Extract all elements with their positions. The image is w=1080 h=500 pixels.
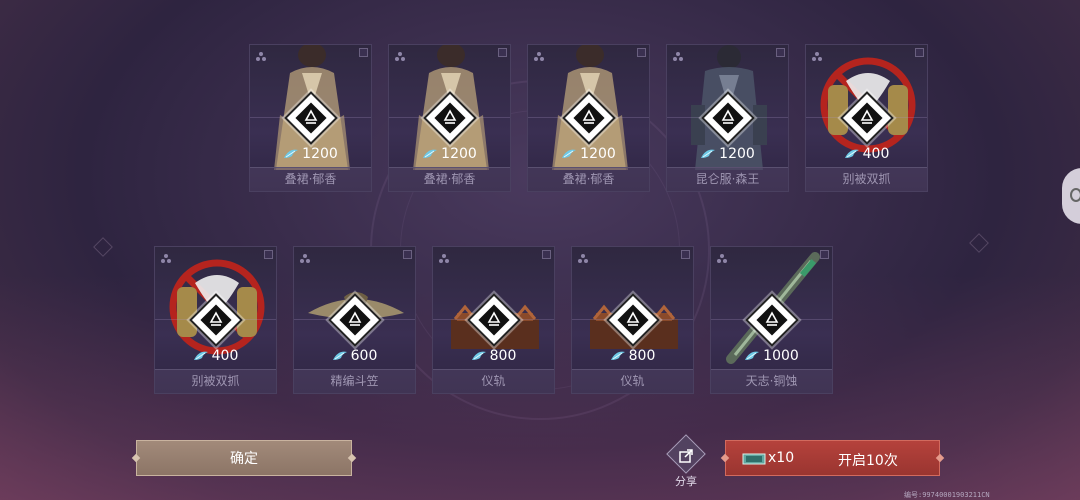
- card-corner-icon: [403, 250, 412, 259]
- item-name: 叠裙·郁香: [528, 167, 649, 191]
- jade-feather-icon: [193, 351, 208, 360]
- ticket-count: x10: [768, 450, 795, 466]
- price-value: 400: [211, 348, 239, 364]
- item-name: 别被双抓: [155, 369, 276, 393]
- card-corner-icon: [776, 48, 785, 57]
- jade-feather-icon: [332, 351, 347, 360]
- confirm-button[interactable]: 确定: [136, 440, 352, 476]
- share-icon: [679, 449, 693, 463]
- serial-number: 编号:99740001903211CN: [904, 491, 990, 499]
- card-corner-icon: [820, 250, 829, 259]
- jade-feather-icon: [745, 351, 760, 360]
- card-corner-icon: [681, 250, 690, 259]
- ticket-icon: [742, 453, 766, 465]
- reward-row-2: 400 别被双抓 600 精编斗笠 800 仪轨 800 仪轨 1000 天志·…: [154, 246, 833, 394]
- recycle-diamond-icon: [573, 102, 605, 134]
- jade-feather-icon: [610, 351, 625, 360]
- reward-card[interactable]: 1200 昆仑服·森王: [666, 44, 789, 192]
- price-value: 1200: [719, 146, 755, 162]
- price-tag: 1200: [389, 146, 510, 162]
- item-name: 叠裙·郁香: [250, 167, 371, 191]
- item-name: 精编斗笠: [294, 369, 415, 393]
- item-name: 别被双抓: [806, 167, 927, 191]
- item-name: 仪轨: [433, 369, 554, 393]
- share-button[interactable]: 分享: [666, 434, 706, 488]
- item-name: 昆仑服·森王: [667, 167, 788, 191]
- jade-feather-icon: [284, 149, 299, 158]
- item-name: 天志·铜蚀: [711, 369, 832, 393]
- rarity-icon: [672, 51, 684, 63]
- price-value: 800: [628, 348, 656, 364]
- recycle-diamond-icon: [434, 102, 466, 134]
- reward-card[interactable]: 600 精编斗笠: [293, 246, 416, 394]
- card-corner-icon: [915, 48, 924, 57]
- rarity-icon: [160, 253, 172, 265]
- recycle-diamond-icon: [200, 304, 232, 336]
- reward-card[interactable]: 1200 叠裙·郁香: [527, 44, 650, 192]
- recycle-diamond-icon: [756, 304, 788, 336]
- jade-feather-icon: [471, 351, 486, 360]
- reward-card[interactable]: 800 仪轨: [571, 246, 694, 394]
- reward-card[interactable]: 1200 叠裙·郁香: [249, 44, 372, 192]
- price-value: 600: [350, 348, 378, 364]
- card-corner-icon: [542, 250, 551, 259]
- chat-icon: [1070, 188, 1080, 202]
- reward-card[interactable]: 1000 天志·铜蚀: [710, 246, 833, 394]
- jade-feather-icon: [701, 149, 716, 158]
- price-value: 400: [862, 146, 890, 162]
- recycle-diamond-icon: [617, 304, 649, 336]
- rarity-icon: [811, 51, 823, 63]
- price-tag: 800: [572, 348, 693, 364]
- card-corner-icon: [264, 250, 273, 259]
- rarity-icon: [577, 253, 589, 265]
- price-tag: 1000: [711, 348, 832, 364]
- jade-feather-icon: [562, 149, 577, 158]
- share-label: 分享: [675, 475, 697, 488]
- card-corner-icon: [359, 48, 368, 57]
- rarity-icon: [255, 51, 267, 63]
- price-tag: 600: [294, 348, 415, 364]
- rarity-icon: [299, 253, 311, 265]
- price-tag: 1200: [528, 146, 649, 162]
- price-value: 1200: [441, 146, 477, 162]
- price-tag: 1200: [667, 146, 788, 162]
- jade-feather-icon: [844, 149, 859, 158]
- reward-row-1: 1200 叠裙·郁香 1200 叠裙·郁香 1200 叠裙·郁香 1200 昆仑…: [249, 44, 928, 192]
- recycle-diamond-icon: [851, 102, 883, 134]
- card-corner-icon: [498, 48, 507, 57]
- price-tag: 800: [433, 348, 554, 364]
- price-value: 800: [489, 348, 517, 364]
- recycle-diamond-icon: [478, 304, 510, 336]
- price-value: 1200: [580, 146, 616, 162]
- reward-card[interactable]: 800 仪轨: [432, 246, 555, 394]
- reward-card[interactable]: 1200 叠裙·郁香: [388, 44, 511, 192]
- price-value: 1200: [302, 146, 338, 162]
- price-value: 1000: [763, 348, 799, 364]
- confirm-button-label: 确定: [230, 451, 258, 467]
- item-name: 仪轨: [572, 369, 693, 393]
- rarity-icon: [394, 51, 406, 63]
- price-tag: 400: [155, 348, 276, 364]
- card-corner-icon: [637, 48, 646, 57]
- item-name: 叠裙·郁香: [389, 167, 510, 191]
- recycle-diamond-icon: [295, 102, 327, 134]
- price-tag: 400: [806, 146, 927, 162]
- rarity-icon: [716, 253, 728, 265]
- reward-card[interactable]: 400 别被双抓: [154, 246, 277, 394]
- recycle-diamond-icon: [339, 304, 371, 336]
- open-ten-times-label: 开启10次: [838, 453, 898, 469]
- open-ten-times-button[interactable]: x10 开启10次: [725, 440, 940, 476]
- rarity-icon: [533, 51, 545, 63]
- recycle-diamond-icon: [712, 102, 744, 134]
- reward-card[interactable]: 400 别被双抓: [805, 44, 928, 192]
- rarity-icon: [438, 253, 450, 265]
- jade-feather-icon: [423, 149, 438, 158]
- price-tag: 1200: [250, 146, 371, 162]
